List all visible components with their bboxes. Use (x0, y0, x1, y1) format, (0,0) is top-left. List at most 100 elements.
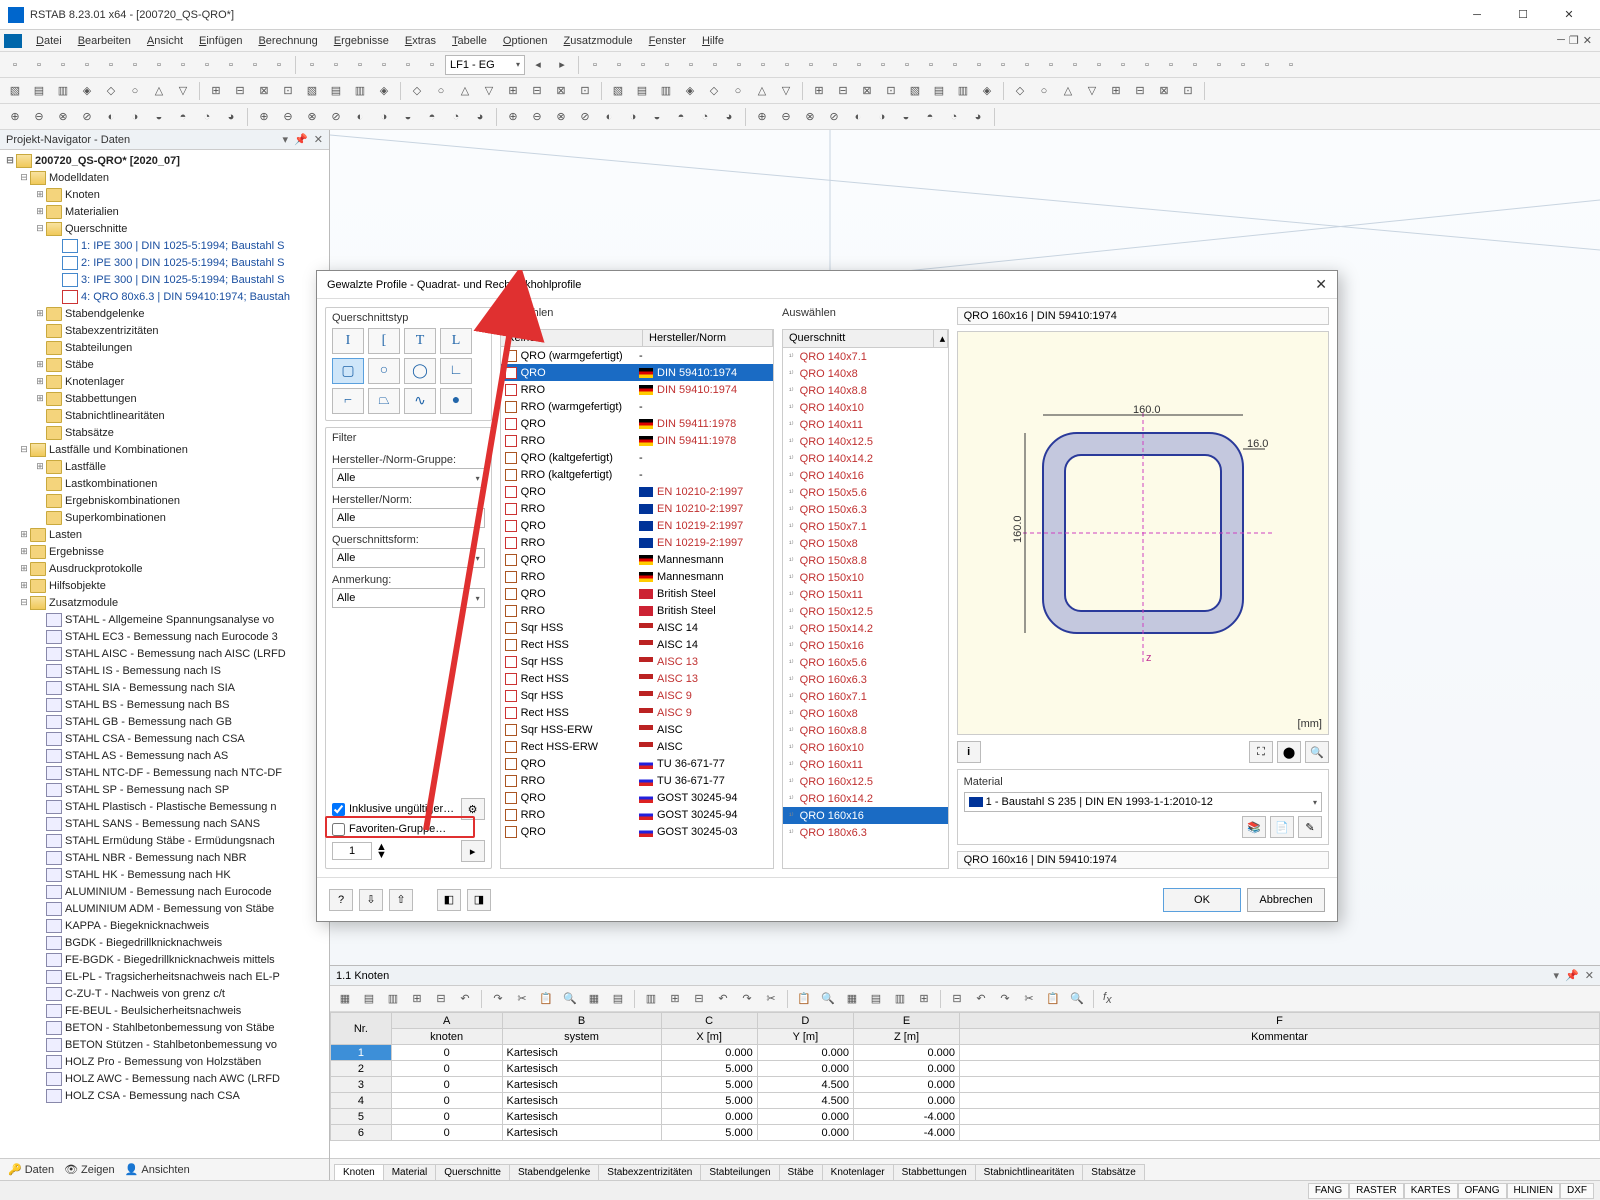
menu-ansicht[interactable]: Ansicht (139, 35, 191, 47)
toolbar-button[interactable]: ▫ (680, 54, 702, 76)
filter-norm-combo[interactable]: Alle (332, 508, 485, 528)
apply-button[interactable]: ▸ (461, 840, 485, 862)
series-list[interactable]: ReiheHersteller/Norm QRO (warmgefertigt)… (500, 329, 774, 869)
table-tab[interactable]: Stabsätze (1082, 1164, 1144, 1180)
menu-extras[interactable]: Extras (397, 35, 444, 47)
table-tab[interactable]: Stabendgelenke (509, 1164, 599, 1180)
tree-item[interactable]: STAHL BS - Bemessung nach BS (0, 696, 329, 713)
toolbar-button[interactable]: △ (148, 80, 170, 102)
toolbar-button[interactable]: ⊞ (502, 80, 524, 102)
crosssection-row[interactable]: ¹⁾QRO 160x5.6 (783, 654, 948, 671)
toolbar-button[interactable]: ⊞ (205, 80, 227, 102)
toolbar-button[interactable]: ▫ (196, 54, 218, 76)
table-tool-button[interactable]: ↶ (712, 988, 734, 1010)
toolbar-button[interactable]: ◐ (100, 106, 122, 128)
status-segment[interactable]: KARTES (1404, 1183, 1458, 1199)
toolbar-button[interactable]: ▥ (952, 80, 974, 102)
table-tool-button[interactable]: ▥ (889, 988, 911, 1010)
table-tool-button[interactable]: 🔍 (817, 988, 839, 1010)
index-spinner[interactable] (332, 842, 372, 860)
toolbar-button[interactable]: ▽ (1081, 80, 1103, 102)
tree-item[interactable]: Stabteilungen (0, 339, 329, 356)
tree-item[interactable]: Superkombinationen (0, 509, 329, 526)
filter-shape-combo[interactable]: Alle (332, 548, 485, 568)
tree-item[interactable]: HOLZ CSA - Bemessung nach CSA (0, 1087, 329, 1104)
shape-hat-icon[interactable]: ⏢ (368, 388, 400, 414)
menu-ergebnisse[interactable]: Ergebnisse (326, 35, 397, 47)
shape-z-icon[interactable]: ⌐ (332, 388, 364, 414)
table-tool-button[interactable]: 📋 (1042, 988, 1064, 1010)
toolbar-button[interactable]: ⊡ (1177, 80, 1199, 102)
toolbar-button[interactable]: ▫ (325, 54, 347, 76)
material-combo[interactable]: 1 - Baustahl S 235 | DIN EN 1993-1-1:201… (964, 792, 1322, 812)
details-button[interactable]: 🔍 (1305, 741, 1329, 763)
table-tool-button[interactable]: ▦ (583, 988, 605, 1010)
tree-item[interactable]: Lastkombinationen (0, 475, 329, 492)
maximize-button[interactable]: ☐ (1500, 0, 1546, 30)
shape-angle-icon[interactable]: ∟ (440, 358, 472, 384)
tree-item[interactable]: STAHL EC3 - Bemessung nach Eurocode 3 (0, 628, 329, 645)
tree-item[interactable]: Ergebniskombinationen (0, 492, 329, 509)
table-tool-button[interactable]: ⊟ (430, 988, 452, 1010)
toolbar-button[interactable]: △ (1057, 80, 1079, 102)
tree-item[interactable]: Stabexzentrizitäten (0, 322, 329, 339)
toolbar-button[interactable]: ▫ (848, 54, 870, 76)
nav-tab-show[interactable]: 👁 Zeigen (64, 1163, 115, 1176)
tree-item[interactable]: ⊞Knoten (0, 186, 329, 203)
tree-item[interactable]: ⊟Modelldaten (0, 169, 329, 186)
series-row[interactable]: QRO (warmgefertigt)- (501, 347, 773, 364)
dialog-close-icon[interactable]: ✕ (1315, 276, 1327, 293)
series-row[interactable]: QROEN 10210-2:1997 (501, 483, 773, 500)
menu-datei[interactable]: Datei (28, 35, 70, 47)
toolbar-button[interactable]: ▽ (775, 80, 797, 102)
toolbar-button[interactable]: ⊘ (76, 106, 98, 128)
toolbar-button[interactable]: ⊘ (325, 106, 347, 128)
import-button[interactable]: ⇩ (359, 889, 383, 911)
tree-item[interactable]: ⊟Zusatzmodule (0, 594, 329, 611)
menu-tabelle[interactable]: Tabelle (444, 35, 495, 47)
crosssection-row[interactable]: ¹⁾QRO 150x10 (783, 569, 948, 586)
series-row[interactable]: Rect HSSAISC 13 (501, 670, 773, 687)
menu-fenster[interactable]: Fenster (641, 35, 694, 47)
toolbar-button[interactable]: ▫ (301, 54, 323, 76)
table-tool-button[interactable]: ↷ (994, 988, 1016, 1010)
tree-item[interactable]: 1: IPE 300 | DIN 1025-5:1994; Baustahl S (0, 237, 329, 254)
toolbar-button[interactable]: ◕ (220, 106, 242, 128)
toolbar-button[interactable]: ⊡ (880, 80, 902, 102)
toolbar-button[interactable]: △ (454, 80, 476, 102)
tree-item[interactable]: STAHL Ermüdung Stäbe - Ermüdungsnach (0, 832, 329, 849)
tree-item[interactable]: ⊞Materialien (0, 203, 329, 220)
series-row[interactable]: QROEN 10219-2:1997 (501, 517, 773, 534)
tree-item[interactable]: FE-BGDK - Biegedrillknicknachweis mittel… (0, 951, 329, 968)
toolbar-button[interactable]: ⊘ (823, 106, 845, 128)
tree-item[interactable]: ⊞Hilfsobjekte (0, 577, 329, 594)
toolbar-button[interactable]: ▽ (172, 80, 194, 102)
toolbar-button[interactable]: ⊞ (808, 80, 830, 102)
toolbar-button[interactable]: ◓ (421, 106, 443, 128)
crosssection-row[interactable]: ¹⁾QRO 140x16 (783, 467, 948, 484)
toolbar-button[interactable]: ⊖ (277, 106, 299, 128)
toolbar-button[interactable]: ▤ (28, 80, 50, 102)
tree-item[interactable]: HOLZ Pro - Bemessung von Holzstäben (0, 1053, 329, 1070)
tree-item[interactable]: 4: QRO 80x6.3 | DIN 59410:1974; Baustah (0, 288, 329, 305)
mat-edit-button[interactable]: ✎ (1298, 816, 1322, 838)
status-segment[interactable]: FANG (1308, 1183, 1349, 1199)
toolbar-button[interactable]: ▫ (373, 54, 395, 76)
series-row[interactable]: RROEN 10210-2:1997 (501, 500, 773, 517)
series-row[interactable]: RROMannesmann (501, 568, 773, 585)
tree-item[interactable]: BGDK - Biegedrillknicknachweis (0, 934, 329, 951)
crosssection-row[interactable]: ¹⁾QRO 160x6.3 (783, 671, 948, 688)
tree-item[interactable]: STAHL SANS - Bemessung nach SANS (0, 815, 329, 832)
close-button[interactable]: ✕ (1546, 0, 1592, 30)
toolbar-button[interactable]: ▫ (896, 54, 918, 76)
toolbar-button[interactable]: ◇ (100, 80, 122, 102)
table-tool-button[interactable]: ⊞ (406, 988, 428, 1010)
toolbar-button[interactable]: ▫ (776, 54, 798, 76)
stress-button[interactable]: ⬤ (1277, 741, 1301, 763)
help-button[interactable]: ? (329, 889, 353, 911)
shape-corr-icon[interactable]: ∿ (404, 388, 436, 414)
tree-item[interactable]: 3: IPE 300 | DIN 1025-5:1994; Baustahl S (0, 271, 329, 288)
shape-l-icon[interactable]: L (440, 328, 472, 354)
toolbar-button[interactable]: ◇ (406, 80, 428, 102)
series-row[interactable]: RROBritish Steel (501, 602, 773, 619)
